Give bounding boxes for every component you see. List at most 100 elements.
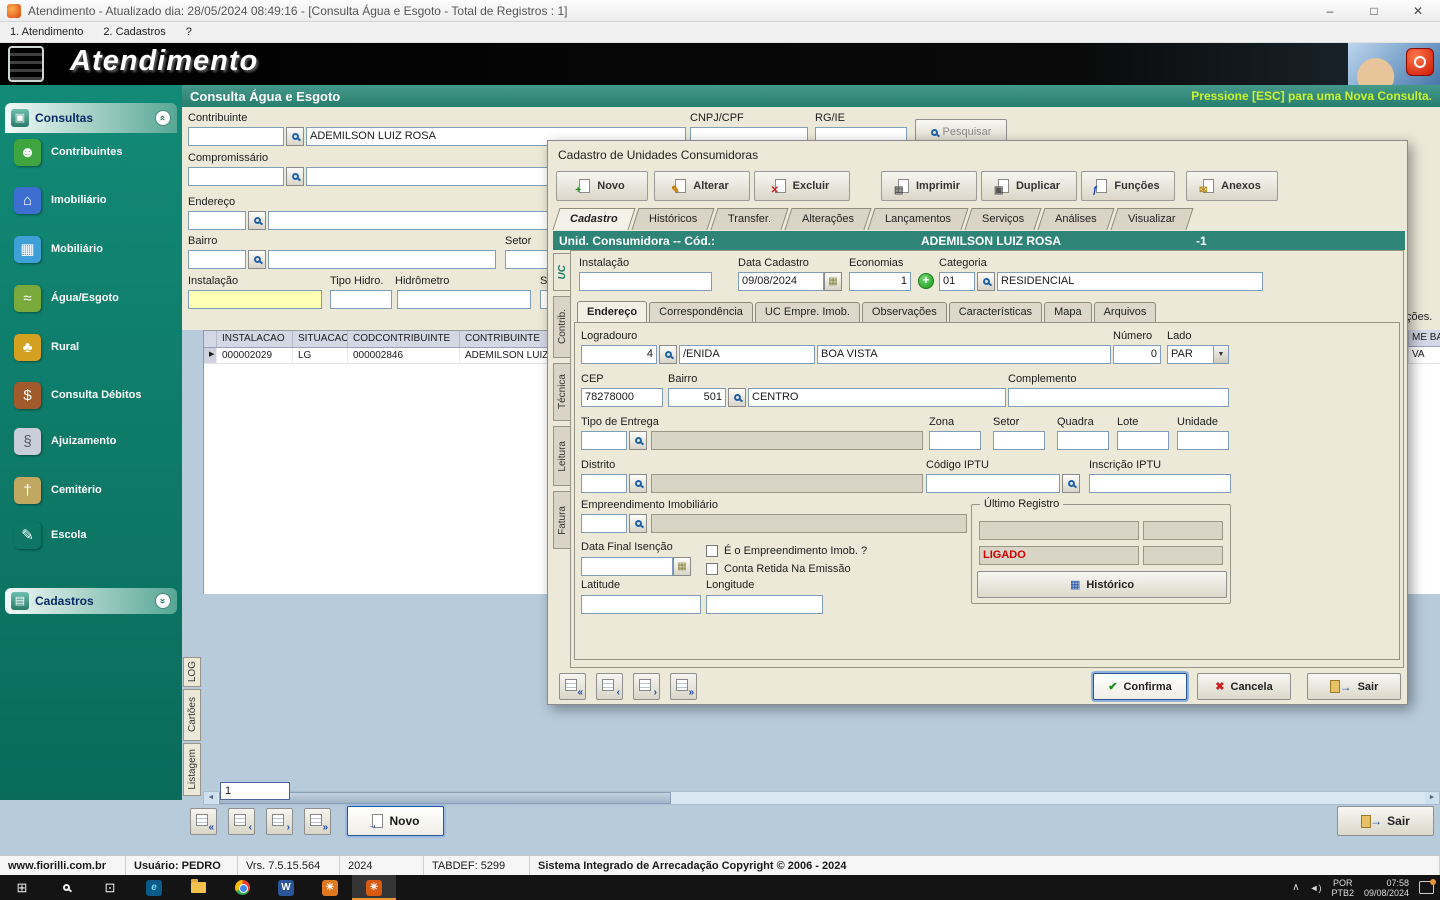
tab-lancamentos[interactable]: Lançamentos xyxy=(867,208,969,230)
edge-button[interactable]: e xyxy=(132,875,176,900)
empreendimento-codigo-input[interactable] xyxy=(581,514,627,533)
sidebar-group-consultas[interactable]: ▣ Consultas « xyxy=(5,103,177,133)
notification-icon[interactable] xyxy=(1419,879,1436,894)
maximize-button[interactable]: □ xyxy=(1352,0,1396,21)
toolbar-funcoes-button[interactable]: ƒ Funções xyxy=(1081,171,1175,201)
numero-input[interactable]: 0 xyxy=(1113,345,1161,364)
tipo-entrega-search-button[interactable] xyxy=(629,431,647,450)
distrito-search-button[interactable] xyxy=(629,474,647,493)
novo-button[interactable]: → Novo xyxy=(347,806,444,836)
lote-input[interactable] xyxy=(1117,431,1169,450)
data-cadastro-calendar-button[interactable]: ▦ xyxy=(824,272,842,291)
grid-horizontal-scrollbar[interactable]: ◄ ► xyxy=(203,791,1440,805)
dlg-setor-input[interactable] xyxy=(993,431,1045,450)
instalacao-input[interactable] xyxy=(188,290,322,309)
fiorilli-app-active-button[interactable]: ✳ xyxy=(352,875,396,900)
toolbar-novo-button[interactable]: + Novo xyxy=(556,171,648,201)
record-next-button[interactable]: › xyxy=(266,808,293,835)
grid-col-instalacao[interactable]: INSTALACAO xyxy=(217,331,293,347)
data-cadastro-input[interactable]: 09/08/2024 xyxy=(738,272,824,291)
inner-tab-arquivos[interactable]: Arquivos xyxy=(1093,302,1157,323)
longitude-input[interactable] xyxy=(706,595,823,614)
dlg-bairro-search-button[interactable] xyxy=(728,388,746,407)
expand-down-icon[interactable]: » xyxy=(155,593,171,609)
task-view-button[interactable]: ⊡ xyxy=(88,875,132,900)
tab-listagem[interactable]: Listagem xyxy=(183,743,201,796)
tipo-entrega-codigo-input[interactable] xyxy=(581,431,627,450)
hidrometro-input[interactable] xyxy=(397,290,531,309)
grid-col-codcontribuinte[interactable]: CODCONTRIBUINTE xyxy=(348,331,460,347)
dlg-record-prev-button[interactable]: ‹ xyxy=(596,673,623,700)
record-prev-button[interactable]: ‹ xyxy=(228,808,255,835)
contribuinte-search-button[interactable] xyxy=(286,127,304,146)
tab-log[interactable]: LOG xyxy=(183,657,201,687)
sidebar-item-imobiliario[interactable]: ⌂ Imobiliário xyxy=(14,178,178,222)
word-button[interactable]: W xyxy=(264,875,308,900)
dlg-bairro-nome-input[interactable]: CENTRO xyxy=(748,388,1006,407)
sidebar-item-mobiliario[interactable]: ▦ Mobiliário xyxy=(14,227,178,271)
logradouro-search-button[interactable] xyxy=(659,345,677,364)
tab-historicos[interactable]: Históricos xyxy=(631,208,715,230)
add-economia-icon[interactable]: + xyxy=(918,273,934,289)
scroll-right-icon[interactable]: ► xyxy=(1425,792,1439,804)
record-first-button[interactable]: « xyxy=(190,808,217,835)
toolbar-excluir-button[interactable]: ✕ Excluir xyxy=(754,171,850,201)
sidebar-item-escola[interactable]: ✎ Escola xyxy=(14,513,178,557)
empreendimento-search-button[interactable] xyxy=(629,514,647,533)
historico-button[interactable]: ▦ Histórico xyxy=(977,571,1227,598)
record-counter-input[interactable]: 1 xyxy=(220,782,290,800)
dlg-record-first-button[interactable]: « xyxy=(559,673,586,700)
chevron-down-icon[interactable]: ▼ xyxy=(1213,346,1228,363)
categoria-codigo-input[interactable]: 01 xyxy=(939,272,975,291)
logradouro-codigo-input[interactable]: 4 xyxy=(581,345,657,364)
inner-tab-uc-empre-imob[interactable]: UC Empre. Imob. xyxy=(754,302,860,323)
economias-input[interactable]: 1 xyxy=(849,272,911,291)
chrome-button[interactable] xyxy=(220,875,264,900)
logradouro-nome-input[interactable]: BOA VISTA xyxy=(817,345,1111,364)
sidebar-item-cemiterio[interactable]: † Cemitério xyxy=(14,468,178,512)
inner-tab-caracteristicas[interactable]: Características xyxy=(948,302,1043,323)
latitude-input[interactable] xyxy=(581,595,701,614)
codigo-iptu-input[interactable] xyxy=(926,474,1060,493)
sidebar-item-agua-esgoto[interactable]: ≈ Água/Esgoto xyxy=(14,276,178,320)
fiorilli-logo-icon[interactable] xyxy=(1406,48,1434,76)
tab-analises[interactable]: Análises xyxy=(1037,208,1115,230)
tab-visualizar[interactable]: Visualizar xyxy=(1110,208,1193,230)
inner-tab-mapa[interactable]: Mapa xyxy=(1044,302,1092,323)
inner-tab-endereco[interactable]: Endereço xyxy=(577,301,648,322)
compromissario-codigo-input[interactable] xyxy=(188,167,284,186)
endereco-codigo-input[interactable] xyxy=(188,211,246,230)
dlg-record-last-button[interactable]: » xyxy=(670,673,697,700)
distrito-codigo-input[interactable] xyxy=(581,474,627,493)
toolbar-alterar-button[interactable]: ✎ Alterar xyxy=(654,171,750,201)
menu-help[interactable]: ? xyxy=(176,26,202,38)
volume-icon[interactable]: ◄) xyxy=(1310,883,1322,893)
side-tab-contrib[interactable]: Contrib. xyxy=(553,296,571,358)
bairro-codigo-input[interactable] xyxy=(188,250,246,269)
collapse-up-icon[interactable]: « xyxy=(155,110,171,126)
toolbar-imprimir-button[interactable]: ▤ Imprimir xyxy=(881,171,977,201)
inner-tab-observacoes[interactable]: Observações xyxy=(861,302,947,323)
tab-cartoes[interactable]: Cartões xyxy=(183,689,201,741)
codigo-iptu-search-button[interactable] xyxy=(1062,474,1080,493)
dlg-record-next-button[interactable]: › xyxy=(633,673,660,700)
categoria-nome-input[interactable]: RESIDENCIAL xyxy=(997,272,1263,291)
sidebar-item-contribuintes[interactable]: ☻ Contribuintes xyxy=(14,130,178,174)
bairro-nome-input[interactable] xyxy=(268,250,496,269)
inner-tab-correspondencia[interactable]: Correspondência xyxy=(649,302,753,323)
minimize-button[interactable]: – xyxy=(1308,0,1352,21)
grid-col-situacao[interactable]: SITUACAO xyxy=(293,331,348,347)
cep-input[interactable]: 78278000 xyxy=(581,388,663,407)
side-tab-fatura[interactable]: Fatura xyxy=(553,491,571,549)
file-explorer-button[interactable] xyxy=(176,875,220,900)
start-button[interactable]: ⊞ xyxy=(0,875,44,900)
toolbar-anexos-button[interactable]: ✉ Anexos xyxy=(1186,171,1278,201)
scroll-left-icon[interactable]: ◄ xyxy=(204,792,218,804)
unidade-input[interactable] xyxy=(1177,431,1229,450)
menu-cadastros[interactable]: 2. Cadastros xyxy=(93,26,175,38)
uc-instalacao-input[interactable] xyxy=(579,272,712,291)
sidebar-group-cadastros[interactable]: ▤ Cadastros » xyxy=(5,588,177,614)
confirma-button[interactable]: ✔ Confirma xyxy=(1093,673,1187,700)
side-tab-uc[interactable]: UC xyxy=(553,253,571,291)
hidden-icons-chevron[interactable]: ∧ xyxy=(1292,882,1299,893)
